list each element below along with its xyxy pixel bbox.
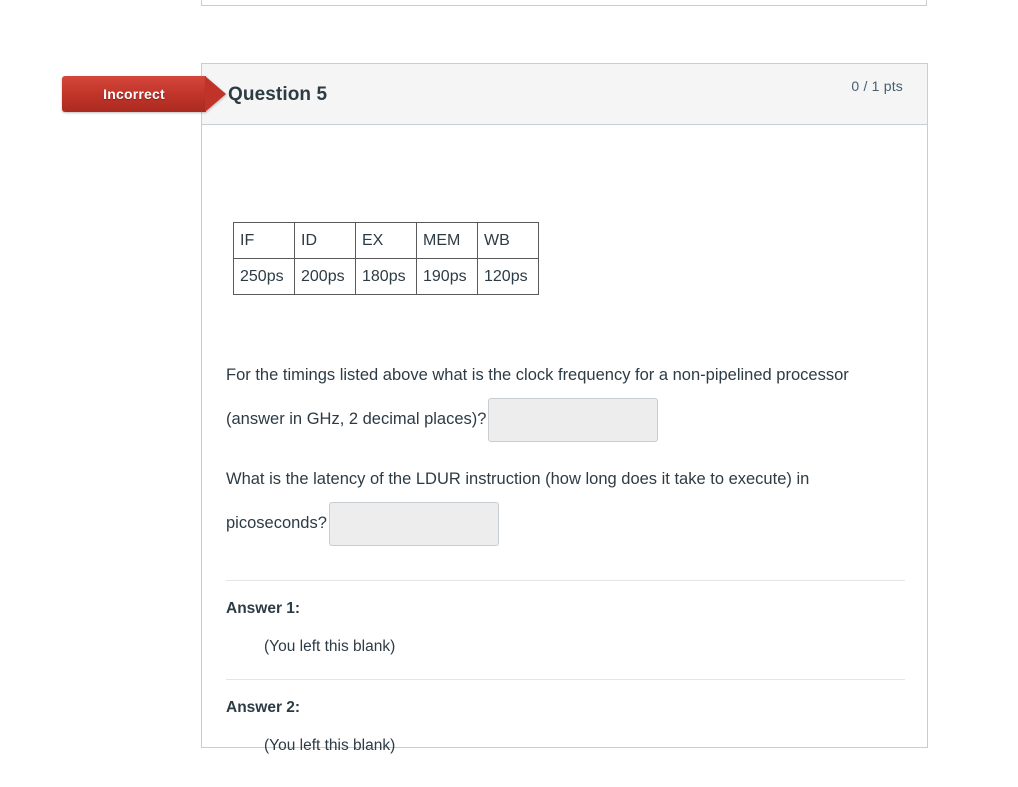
status-flag-arrow-icon (205, 76, 226, 112)
table-cell-stage: MEM (416, 222, 478, 259)
answer-1-label: Answer 1: (226, 600, 301, 617)
table-cell-timing: 190ps (416, 258, 478, 295)
question-prompt-2: What is the latency of the LDUR instruct… (226, 457, 906, 546)
status-flag-label: Incorrect (103, 86, 165, 102)
table-cell-stage: IF (233, 222, 295, 259)
table-cell-timing: 180ps (355, 258, 417, 295)
answers-review-section: Answer 1: (You left this blank) Answer 2… (226, 580, 905, 778)
answer-2-value: (You left this blank) (264, 737, 396, 754)
table-cell-stage: EX (355, 222, 417, 259)
pipeline-timing-table: IF ID EX MEM WB 250ps 200ps 180ps 190ps … (233, 222, 539, 295)
table-cell-timing: 250ps (233, 258, 295, 295)
table-row-values: 250ps 200ps 180ps 190ps 120ps (233, 258, 539, 295)
table-cell-timing: 120ps (477, 258, 539, 295)
table-cell-stage: ID (294, 222, 356, 259)
table-cell-timing: 200ps (294, 258, 356, 295)
question-title: Question 5 (228, 84, 328, 105)
question-header: Incorrect Question 5 0 / 1 pts (62, 64, 927, 125)
question-points: 0 / 1 pts (851, 78, 903, 94)
answer-2-label: Answer 2: (226, 699, 301, 716)
table-row-headers: IF ID EX MEM WB (233, 222, 539, 259)
table-cell-stage: WB (477, 222, 539, 259)
answer-input-1[interactable] (488, 397, 659, 442)
answer-input-2[interactable] (328, 501, 499, 546)
question-prompt-2-text: What is the latency of the LDUR instruct… (226, 470, 810, 532)
status-flag-incorrect: Incorrect (62, 76, 226, 112)
previous-question-container (201, 0, 927, 6)
question-prompt-1: For the timings listed above what is the… (226, 353, 906, 442)
answer-1-value: (You left this blank) (264, 638, 396, 655)
question-container: Incorrect Question 5 0 / 1 pts IF ID EX … (62, 63, 928, 754)
